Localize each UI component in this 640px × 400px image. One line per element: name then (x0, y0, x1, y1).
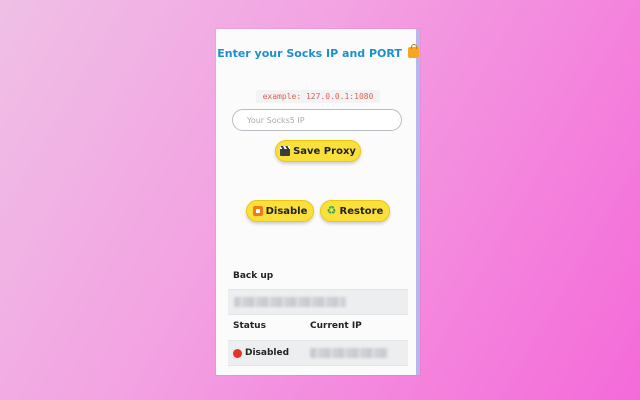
backup-label: Back up (233, 271, 274, 281)
current-ip-header: Current IP (310, 321, 362, 331)
save-proxy-button[interactable]: Save Proxy (275, 140, 361, 162)
red-circle-icon (233, 348, 242, 358)
stop-button-icon (252, 206, 263, 216)
fuel-pump-icon (407, 44, 419, 58)
recycle-icon: ♻ (326, 204, 337, 217)
status-value: Disabled (233, 348, 289, 358)
page-title: Enter your Socks IP and PORT (216, 44, 420, 60)
backup-value-redacted (234, 297, 346, 307)
restore-button[interactable]: ♻ Restore (320, 200, 390, 222)
disable-label: Disable (265, 205, 308, 217)
socks-ip-input[interactable] (232, 109, 402, 131)
backup-value-row (228, 289, 408, 315)
example-hint: example: 127.0.0.1:1080 (256, 90, 380, 103)
clapper-board-icon (280, 146, 291, 156)
status-header: Status (233, 321, 266, 331)
page-title-text: Enter your Socks IP and PORT (217, 47, 402, 60)
disable-button[interactable]: Disable (246, 200, 314, 222)
save-proxy-label: Save Proxy (293, 145, 356, 157)
proxy-popup: Enter your Socks IP and PORT example: 12… (216, 29, 420, 375)
status-value-text: Disabled (245, 348, 290, 358)
restore-label: Restore (339, 205, 384, 217)
current-ip-redacted (310, 348, 388, 358)
